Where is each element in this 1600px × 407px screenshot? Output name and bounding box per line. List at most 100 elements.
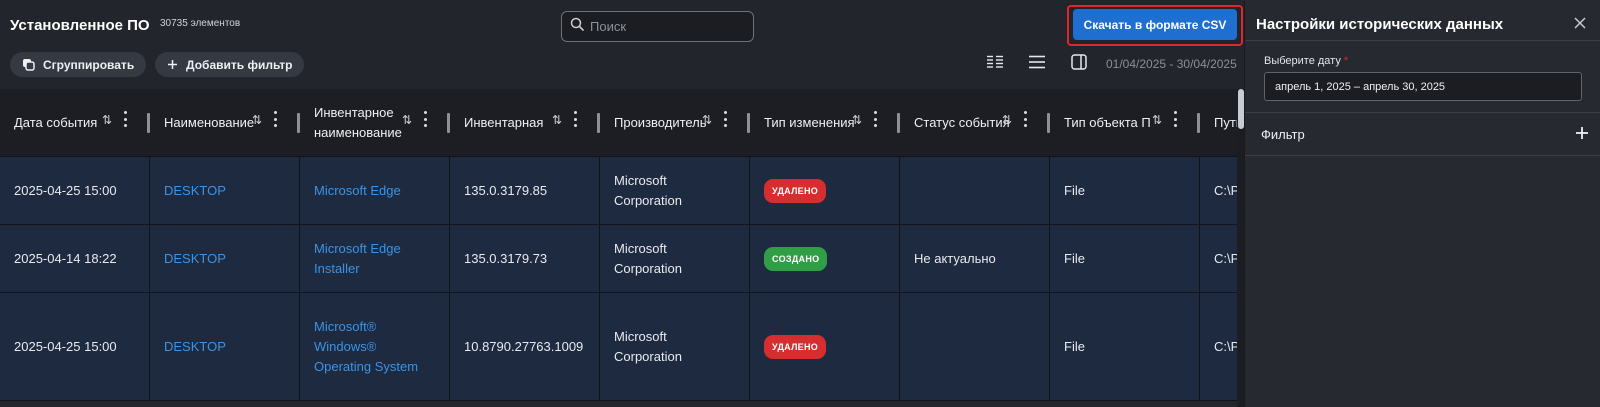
group-button-label: Сгруппировать xyxy=(43,57,135,72)
search-input[interactable] xyxy=(590,19,740,34)
cell-date: 2025-04-14 18:22 xyxy=(0,225,150,292)
group-button[interactable]: Сгруппировать xyxy=(10,52,147,77)
kebab-menu-icon[interactable] xyxy=(723,111,727,127)
view-compact-button[interactable] xyxy=(985,54,1005,74)
divider xyxy=(1245,40,1600,41)
data-table: Дата события ⇅ Наименование ⇅ Инвентарное на… xyxy=(0,89,1244,401)
sort-icon[interactable]: ⇅ xyxy=(1152,113,1162,127)
sort-icon[interactable]: ⇅ xyxy=(552,113,562,127)
column-header[interactable]: Дата события ⇅ xyxy=(0,89,150,156)
date-label: Выберите дату * xyxy=(1264,55,1348,67)
sort-icon[interactable]: ⇅ xyxy=(1002,113,1012,127)
cell-text: Microsoft Edge xyxy=(314,182,401,198)
change-type-badge: УДАЛЕНО xyxy=(764,334,827,359)
column-header-label: Тип объекта П xyxy=(1064,114,1151,130)
kebab-menu-icon[interactable] xyxy=(423,111,427,127)
column-header-label: Статус события xyxy=(914,114,1010,130)
item-count: 30735 элементов xyxy=(160,18,241,29)
list-icon xyxy=(1028,55,1046,74)
cell-version: 135.0.3179.73 xyxy=(450,225,600,292)
cell-inv-name[interactable]: Microsoft® Windows® Operating System xyxy=(300,293,450,400)
required-mark: * xyxy=(1343,55,1349,67)
cell-text: 2025-04-14 18:22 xyxy=(14,250,117,266)
cell-text: 10.8790.27763.1009 xyxy=(464,338,584,354)
date-range-input[interactable]: апрель 1, 2025 – апрель 30, 2025 xyxy=(1264,72,1582,101)
main-area: Установленное ПО 30735 элементов Скачать… xyxy=(0,0,1244,407)
cell-text: Microsoft Corporation xyxy=(614,328,682,364)
cell-text: Microsoft Corporation xyxy=(614,172,682,208)
cell-change: УДАЛЕНО xyxy=(750,157,900,224)
date-range: 01/04/2025 - 30/04/2025 xyxy=(1106,57,1237,71)
table-row[interactable]: 2025-04-14 18:22 DESKTOP Microsoft Edge In… xyxy=(0,225,1244,293)
table-header: Дата события ⇅ Наименование ⇅ Инвентарное на… xyxy=(0,89,1244,157)
search-icon xyxy=(570,17,584,36)
column-header[interactable]: Тип объекта П ⇅ xyxy=(1050,89,1200,156)
cell-date: 2025-04-25 15:00 xyxy=(0,293,150,400)
column-header[interactable]: Инвентарная ⇅ xyxy=(450,89,600,156)
cell-status xyxy=(900,157,1050,224)
date-label-text: Выберите дату xyxy=(1264,55,1341,67)
cell-text: DESKTOP xyxy=(164,338,226,354)
kebab-menu-icon[interactable] xyxy=(273,111,277,127)
cell-text: 135.0.3179.85 xyxy=(464,182,548,198)
add-filter-icon[interactable] xyxy=(1574,125,1590,141)
kebab-menu-icon[interactable] xyxy=(873,111,877,127)
column-header[interactable]: Тип изменения ⇅ xyxy=(750,89,900,156)
sort-icon[interactable]: ⇅ xyxy=(102,113,112,127)
scrollbar[interactable] xyxy=(1237,89,1244,407)
sort-icon[interactable]: ⇅ xyxy=(402,113,412,127)
cell-text: DESKTOP xyxy=(164,182,226,198)
column-header[interactable]: Инвентарное наименование ⇅ xyxy=(300,89,450,156)
group-icon xyxy=(22,58,35,71)
cell-name[interactable]: DESKTOP xyxy=(150,157,300,224)
column-header-label: Тип изменения xyxy=(764,114,855,130)
list-dense-icon xyxy=(986,55,1004,74)
cell-inv-name[interactable]: Microsoft Edge xyxy=(300,157,450,224)
cell-change: СОЗДАНО xyxy=(750,225,900,292)
filter-label: Фильтр xyxy=(1261,127,1305,142)
divider xyxy=(1245,112,1600,113)
sort-icon[interactable]: ⇅ xyxy=(252,113,262,127)
cell-status: Не актуально xyxy=(900,225,1050,292)
cell-inv-name[interactable]: Microsoft Edge Installer xyxy=(300,225,450,292)
cell-name[interactable]: DESKTOP xyxy=(150,293,300,400)
column-header-label: Инвентарное наименование xyxy=(314,104,402,140)
cell-vendor: Microsoft Corporation xyxy=(600,293,750,400)
cell-text: Microsoft Edge Installer xyxy=(314,240,401,276)
column-header[interactable]: Статус события ⇅ xyxy=(900,89,1050,156)
column-header[interactable]: Производитель ⇅ xyxy=(600,89,750,156)
view-list-button[interactable] xyxy=(1027,54,1047,74)
cell-text: DESKTOP xyxy=(164,250,226,266)
add-filter-button[interactable]: Добавить фильтр xyxy=(155,52,305,77)
cell-text: File xyxy=(1064,182,1085,198)
column-header-label: Производитель xyxy=(614,114,707,130)
close-icon[interactable] xyxy=(1572,15,1588,31)
column-header[interactable]: Наименование ⇅ xyxy=(150,89,300,156)
cell-vendor: Microsoft Corporation xyxy=(600,225,750,292)
kebab-menu-icon[interactable] xyxy=(1173,111,1177,127)
sort-icon[interactable]: ⇅ xyxy=(702,113,712,127)
panel-toggle-button[interactable] xyxy=(1069,53,1089,75)
cell-name[interactable]: DESKTOP xyxy=(150,225,300,292)
cell-text: File xyxy=(1064,338,1085,354)
sort-icon[interactable]: ⇅ xyxy=(852,113,862,127)
cell-change: УДАЛЕНО xyxy=(750,293,900,400)
table-row[interactable]: 2025-04-25 15:00 DESKTOP Microsoft Edge 135… xyxy=(0,157,1244,225)
cell-text: 2025-04-25 15:00 xyxy=(14,182,117,198)
download-csv-button[interactable]: Скачать в формате CSV xyxy=(1073,9,1237,40)
panel-toggle-icon xyxy=(1071,53,1087,75)
add-filter-label: Добавить фильтр xyxy=(186,57,293,72)
cell-object-type: File xyxy=(1050,157,1200,224)
table-row[interactable]: 2025-04-25 15:00 DESKTOP Microsoft® Window… xyxy=(0,293,1244,401)
column-header-label: Инвентарная xyxy=(464,114,544,130)
panel-title: Настройки исторических данных xyxy=(1256,16,1504,33)
cell-version: 135.0.3179.85 xyxy=(450,157,600,224)
cell-status xyxy=(900,293,1050,400)
search-box[interactable] xyxy=(561,11,754,42)
kebab-menu-icon[interactable] xyxy=(1023,111,1027,127)
cell-text: File xyxy=(1064,250,1085,266)
kebab-menu-icon[interactable] xyxy=(573,111,577,127)
kebab-menu-icon[interactable] xyxy=(123,111,127,127)
cell-text: 135.0.3179.73 xyxy=(464,250,548,266)
historical-settings-panel: Настройки исторических данных Выберите д… xyxy=(1244,0,1600,407)
